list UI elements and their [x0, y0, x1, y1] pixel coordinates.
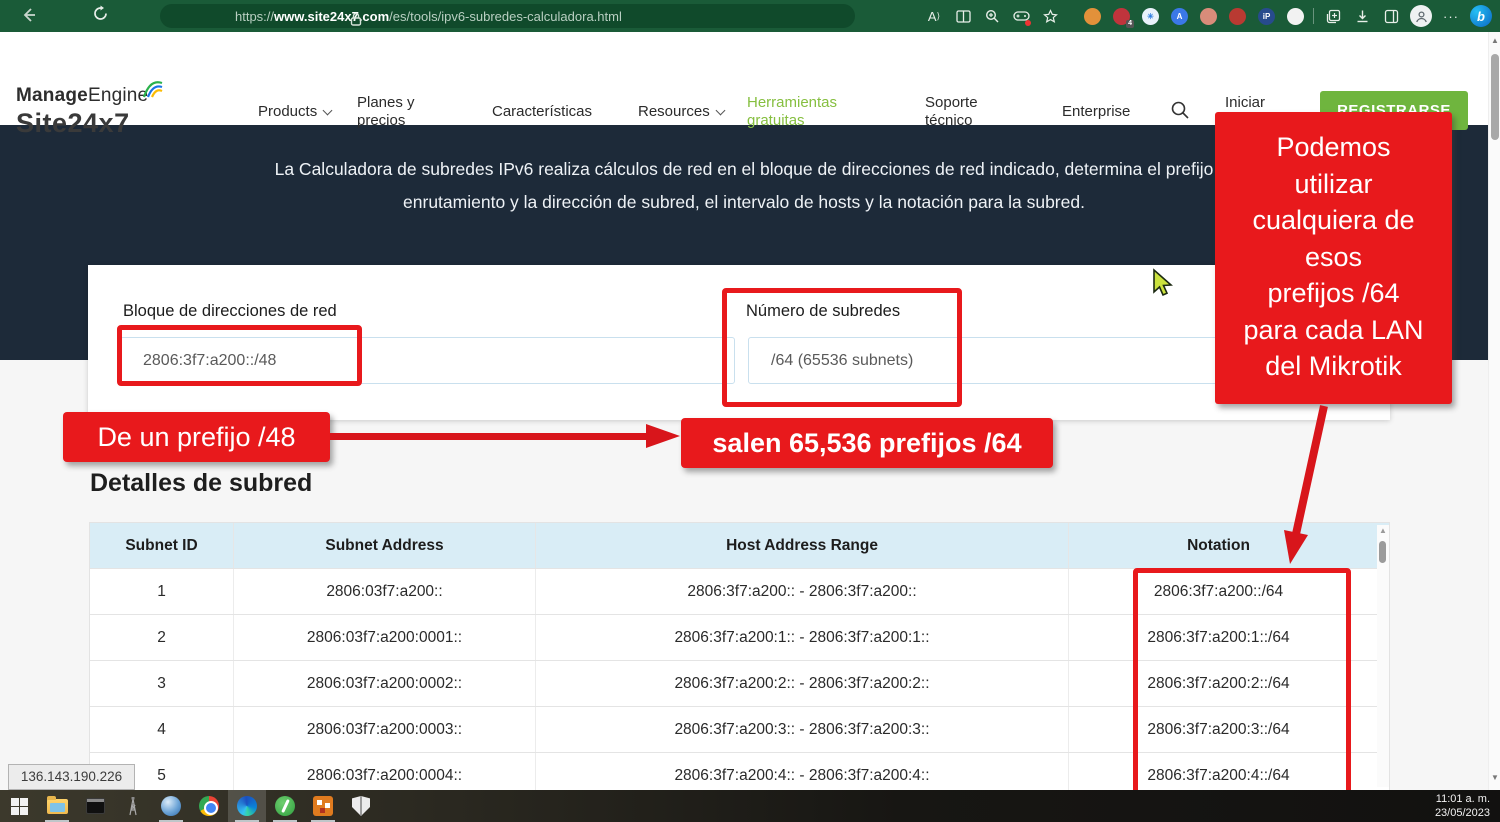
logo-swirl-icon	[140, 77, 166, 99]
annotation-box-salen65536: salen 65,536 prefijos /64	[681, 418, 1053, 468]
annotation-arrow-right	[330, 424, 682, 448]
ext-translate-icon[interactable]: A	[1171, 8, 1188, 25]
nav-resources[interactable]: Resources	[638, 103, 724, 121]
table-cell: 2806:3f7:a200:1:: - 2806:3f7:a200:1::	[536, 615, 1069, 660]
extension-badge: 4	[1126, 20, 1134, 28]
table-scrollbar[interactable]: ▲	[1377, 525, 1389, 787]
page-scrollbar[interactable]: ▲ ▼	[1488, 32, 1500, 790]
table-cell: 2806:03f7:a200:0003::	[234, 707, 536, 752]
annotation-box-podemos: Podemos utilizar cualquiera de esos pref…	[1215, 112, 1452, 404]
table-cell: 1	[90, 569, 234, 614]
back-icon[interactable]	[20, 6, 38, 24]
mouse-cursor	[1150, 268, 1176, 298]
lock-icon	[350, 12, 362, 26]
nav-products[interactable]: Products	[258, 103, 331, 121]
ext-red-plant-icon[interactable]	[1229, 8, 1246, 25]
winbox-icon[interactable]	[266, 790, 304, 822]
ext-white-icon[interactable]	[1287, 8, 1304, 25]
annotation-frame-input1	[117, 325, 362, 386]
collections-icon[interactable]	[1323, 6, 1343, 26]
profile-avatar[interactable]	[1410, 5, 1432, 27]
globe-sphere-icon[interactable]	[152, 790, 190, 822]
ext-orange-icon[interactable]	[1084, 8, 1101, 25]
read-aloud-icon[interactable]: A⟩	[924, 6, 944, 26]
table-cell: 2806:03f7:a200:0001::	[234, 615, 536, 660]
browser-extensions: 4 ✳ AiP	[1084, 8, 1304, 25]
ext-persona-glasses-icon[interactable]	[1200, 8, 1217, 25]
nav-caracteristicas[interactable]: Características	[492, 103, 592, 121]
url-scheme: https://	[235, 9, 274, 24]
toolbar-divider	[1313, 8, 1314, 24]
clock-date: 23/05/2023	[1435, 806, 1490, 820]
reading-mode-icon[interactable]	[953, 6, 973, 26]
ext-snowflake-icon[interactable]: ✳	[1142, 8, 1159, 25]
nav-enterprise[interactable]: Enterprise	[1062, 103, 1130, 121]
nav-herramientas-gratuitas[interactable]: Herramientas gratuitas	[747, 94, 837, 130]
col-header-subnet-address: Subnet Address	[234, 523, 536, 568]
taskbar-clock[interactable]: 11:01 a. m. 23/05/2023	[1435, 792, 1490, 820]
radio-tower-icon[interactable]	[114, 790, 152, 822]
annotation-box-prefijo48: De un prefijo /48	[63, 412, 330, 462]
refresh-icon[interactable]	[92, 5, 109, 22]
logo-manage: Manage	[16, 85, 88, 106]
table-cell: 2	[90, 615, 234, 660]
ext-ip-icon[interactable]: iP	[1258, 8, 1275, 25]
screen: https://www.site24x7.com/es/tools/ipv6-s…	[0, 0, 1500, 822]
clock-time: 11:01 a. m.	[1435, 792, 1490, 806]
ext-red-badge-icon[interactable]: 4	[1113, 8, 1130, 25]
logo-product: Site24x7	[16, 108, 148, 139]
table-cell: 2806:3f7:a200:2:: - 2806:3f7:a200:2::	[536, 661, 1069, 706]
edge-icon[interactable]	[228, 790, 266, 822]
url-host: www.site24x7.com	[274, 9, 389, 24]
col-header-subnet-id: Subnet ID	[90, 523, 234, 568]
gamepad-icon[interactable]	[1011, 6, 1031, 26]
chevron-down-icon	[323, 106, 333, 116]
annotation-frame-notation-column	[1133, 568, 1351, 811]
more-menu-icon[interactable]: ···	[1441, 6, 1461, 26]
chevron-down-icon	[715, 106, 725, 116]
table-cell: 2806:03f7:a200:0002::	[234, 661, 536, 706]
annotation-arrow-down	[1262, 402, 1352, 574]
terminal-icon[interactable]	[76, 790, 114, 822]
field1-label: Bloque de direcciones de red	[123, 302, 337, 321]
section-title: Detalles de subred	[90, 469, 312, 498]
taskbar: 11:01 a. m. 23/05/2023	[0, 790, 1500, 822]
scroll-up-icon[interactable]: ▲	[1489, 36, 1500, 45]
table-scroll-up-icon[interactable]: ▲	[1377, 525, 1389, 537]
table-cell: 2806:03f7:a200::	[234, 569, 536, 614]
download-icon[interactable]	[1352, 6, 1372, 26]
table-scroll-thumb[interactable]	[1379, 541, 1386, 563]
nav-planes-precios[interactable]: Planes y precios	[357, 94, 415, 130]
scroll-down-icon[interactable]: ▼	[1489, 773, 1500, 782]
url-path: /es/tools/ipv6-subredes-calculadora.html	[389, 9, 622, 24]
site-logo[interactable]: ManageEngine Site24x7	[16, 85, 148, 139]
zoom-in-icon[interactable]	[982, 6, 1002, 26]
defender-shield-icon[interactable]	[342, 790, 380, 822]
nav-search-icon[interactable]	[1170, 100, 1190, 125]
table-cell: 2806:3f7:a200:: - 2806:3f7:a200::	[536, 569, 1069, 614]
col-header-host-range: Host Address Range	[536, 523, 1069, 568]
table-header-row: Subnet ID Subnet Address Host Address Ra…	[90, 523, 1389, 568]
favorites-icon[interactable]	[1040, 6, 1060, 26]
annotation-frame-input2	[722, 288, 962, 407]
ip-tooltip: 136.143.190.226	[8, 764, 135, 790]
address-bar[interactable]: https://www.site24x7.com/es/tools/ipv6-s…	[160, 4, 855, 28]
bing-chat-icon[interactable]: b	[1470, 5, 1492, 27]
browser-toolbar: https://www.site24x7.com/es/tools/ipv6-s…	[0, 0, 1500, 32]
edge-sidebar-icon[interactable]	[1381, 6, 1401, 26]
start-button[interactable]	[0, 790, 38, 822]
table-cell: 4	[90, 707, 234, 752]
scroll-thumb[interactable]	[1491, 54, 1499, 140]
the-dude-icon[interactable]	[304, 790, 342, 822]
table-cell: 2806:3f7:a200:3:: - 2806:3f7:a200:3::	[536, 707, 1069, 752]
chrome-icon[interactable]	[190, 790, 228, 822]
table-cell: 3	[90, 661, 234, 706]
nav-soporte-tecnico[interactable]: Soporte técnico	[925, 94, 978, 130]
file-explorer-icon[interactable]	[38, 790, 76, 822]
